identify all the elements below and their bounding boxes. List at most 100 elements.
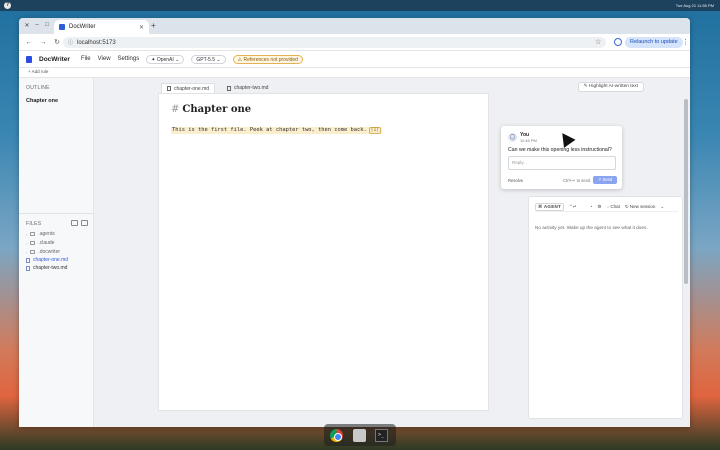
file-tree-item-chapter-one[interactable]: chapter-one.md	[26, 257, 68, 263]
os-top-bar: ? Tue Aug 21 11:55 PM	[0, 0, 720, 11]
chat-label: Chat	[610, 204, 620, 209]
os-logo-icon[interactable]: ?	[4, 2, 11, 9]
file-tree-label: .docwriter	[38, 249, 61, 255]
dock: >_	[324, 424, 396, 446]
docwriter-logo-icon	[26, 55, 32, 63]
file-tree-item-chapter-two[interactable]: chapter-two.md	[26, 265, 67, 271]
agent-tag[interactable]: ⌘ AGENT	[535, 202, 565, 211]
file-tree-item-claude[interactable]: › .claude	[26, 240, 54, 246]
send-label: Send	[602, 177, 613, 182]
provider-select[interactable]: ✦ OpenAI ⌄	[146, 54, 185, 64]
tab-close-icon[interactable]: ✕	[139, 24, 144, 31]
model-select[interactable]: GPT-5.5 ⌄	[191, 54, 226, 64]
browser-tab[interactable]: DocWriter ✕	[54, 20, 149, 34]
docwriter-favicon-icon	[59, 24, 65, 30]
document-line[interactable]: This is the first file. Peek at chapter …	[171, 127, 382, 134]
comment-text: Can we make this opening less instructio…	[508, 147, 612, 153]
os-clock: Tue Aug 21 11:55 PM	[675, 3, 714, 8]
files-app-icon[interactable]	[353, 429, 366, 442]
markdown-file-icon	[227, 85, 231, 91]
chevron-right-icon: ›	[26, 240, 28, 246]
chrome-icon[interactable]	[330, 429, 343, 442]
agent-shortcut-icon: ⌃↵	[569, 203, 577, 209]
window-maximize-icon[interactable]: □	[43, 22, 51, 28]
forward-icon[interactable]: →	[39, 39, 47, 46]
site-info-icon[interactable]: ⓘ	[68, 39, 73, 46]
tab-strip: ✕ – □ DocWriter ✕ +	[19, 18, 690, 34]
document-heading-text: Chapter one	[182, 104, 252, 115]
new-folder-icon[interactable]	[81, 220, 88, 226]
highlight-label: Highlight AI-written text	[588, 84, 638, 89]
window-minimize-icon[interactable]: –	[33, 22, 41, 28]
file-tree-item-agents[interactable]: › .agents	[26, 231, 55, 237]
folder-icon	[30, 241, 36, 245]
url-text: localhost:5173	[77, 39, 116, 46]
clock-icon[interactable]: ◔	[590, 204, 593, 209]
highlight-ai-text-button[interactable]: ✎ Highlight AI-written text	[577, 82, 644, 92]
send-hint: Ctrl+↵ to send	[563, 178, 591, 183]
back-icon[interactable]: ←	[25, 39, 33, 46]
heading-marker: #	[171, 104, 180, 115]
new-tab-icon[interactable]: +	[151, 21, 156, 30]
bookmark-star-icon[interactable]: ☆	[595, 38, 601, 46]
file-tree-label: .claude	[38, 240, 55, 246]
menu-file[interactable]: File	[81, 56, 91, 62]
reload-icon[interactable]: ↻	[53, 38, 61, 46]
warning-label: References not provided	[243, 56, 298, 63]
document-page[interactable]: # Chapter one This is the first file. Pee…	[158, 93, 489, 411]
file-tree-label: .agents	[38, 231, 55, 237]
document-line-text: This is the first file. Peek at chapter …	[172, 127, 367, 133]
file-tree-label: chapter-two.md	[33, 265, 68, 271]
chevron-right-icon: ›	[26, 231, 28, 237]
editor-tab-label: chapter-one.md	[174, 85, 210, 92]
menu-view[interactable]: View	[98, 56, 111, 62]
relaunch-button[interactable]: Relaunch to update	[625, 37, 683, 48]
markdown-file-icon	[26, 257, 30, 263]
profile-icon[interactable]	[614, 38, 622, 46]
add-rule-button[interactable]: + Add rule	[28, 69, 48, 74]
outline-heading: OUTLINE	[26, 85, 50, 91]
terminal-icon[interactable]: >_	[375, 429, 388, 442]
new-file-icon[interactable]	[71, 220, 78, 226]
comment-time: 11:46 PM	[520, 138, 537, 143]
markdown-file-icon	[26, 265, 30, 271]
references-warning-badge[interactable]: ⚠ References not provided	[232, 54, 303, 64]
scrollbar[interactable]	[684, 99, 688, 284]
outline-item[interactable]: Chapter one	[26, 98, 58, 104]
browser-tab-title: DocWriter	[69, 24, 96, 30]
comment-badge[interactable]: [1]	[368, 127, 381, 134]
settings-icon[interactable]: ⚙	[597, 204, 601, 210]
agent-toolbar: ⌘ AGENT ⌃↵ ◔ ⚙ ◌ Chat ↻ New session ⌄	[535, 202, 678, 212]
markdown-file-icon	[167, 86, 171, 91]
folder-icon	[30, 232, 36, 236]
agent-empty-state: No activity yet. Wake up the agent to se…	[535, 225, 648, 230]
chevron-right-icon: ›	[26, 249, 28, 255]
window-close-icon[interactable]: ✕	[23, 22, 31, 29]
editor-tab-chapter-two[interactable]: chapter-two.md	[222, 83, 273, 93]
provider-label: OpenAI	[156, 56, 174, 63]
document-heading[interactable]: # Chapter one	[171, 104, 251, 115]
resolve-button[interactable]: Resolve	[508, 178, 523, 183]
sidebar-divider	[19, 213, 94, 214]
file-tree-label: chapter-one.md	[33, 257, 69, 263]
editor-tab-chapter-one[interactable]: chapter-one.md	[161, 83, 216, 93]
reply-input[interactable]: Reply...	[508, 156, 616, 170]
file-tree-item-docwriter[interactable]: › .docwriter	[26, 249, 60, 255]
files-heading: FILES	[26, 221, 42, 227]
new-session-button[interactable]: ↻ New session	[625, 204, 656, 210]
chevron-down-icon[interactable]: ⌄	[660, 204, 664, 210]
browser-toolbar: ← → ↻ ⓘ localhost:5173 ☆ Relaunch to upd…	[19, 34, 690, 51]
chat-button[interactable]: ◌ Chat	[606, 204, 619, 209]
new-session-label: New session	[629, 203, 656, 209]
browser-menu-icon[interactable]: ⋮	[682, 38, 689, 46]
user-avatar-icon: ◯	[508, 133, 517, 142]
address-bar[interactable]: ⓘ localhost:5173	[63, 37, 606, 48]
app-name: DocWriter	[39, 55, 70, 63]
model-label: GPT-5.5	[196, 56, 215, 63]
sidebar: OUTLINE Chapter one FILES › .agents › .c…	[19, 78, 94, 427]
menu-settings[interactable]: Settings	[118, 56, 140, 62]
send-button[interactable]: ↗ Send	[593, 176, 617, 184]
agent-tag-label: AGENT	[543, 203, 562, 209]
rule-bar: + Add rule	[19, 68, 690, 78]
folder-icon	[30, 250, 36, 254]
